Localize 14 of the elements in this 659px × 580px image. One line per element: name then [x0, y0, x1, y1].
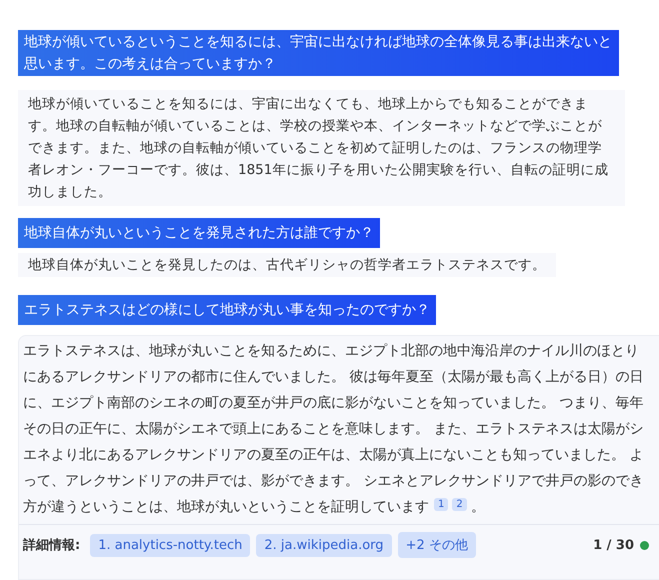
- answer-text: 地球が傾いていることを知るには、宇宙に出なくても、地球上からでも知ることができます。地球の自転軸が傾いていることは、学校の授業や本、インターネットなどで学ぶことができます。また、地球の自転軸が傾いていることを初めて証明したのは、フランスの物理学者レオン・フーコーです。彼は、1851年に振り子を用いた公開実験を行い、自転の証明に成功しました。: [18, 90, 625, 206]
- sources-label: 詳細情報:: [23, 537, 80, 554]
- question-bubble: エラトステネスはどの様にして地球が丸い事を知ったのですか？: [18, 295, 436, 325]
- citation-link[interactable]: 1: [434, 498, 448, 511]
- question-bubble: 地球が傾いているということを知るには、宇宙に出なければ地球の全体像見る事は出来ないと思います。この考えは合っていますか？: [18, 30, 619, 76]
- page-count: 1 / 30: [593, 538, 634, 552]
- source-link[interactable]: 2. ja.wikipedia.org: [256, 534, 392, 556]
- source-link[interactable]: +2 その他: [398, 532, 476, 558]
- answer-text: エラトステネスは、地球が丸いことを知るために、エジプト北部の地中海沿岸のナイル川のほとりにあるアレクサンドリアの都市に住んでいました。 彼は毎年夏至（太陽が最も高く上がる日）の日に、エジプト南部のシエネの町の夏至が井戸の底に影がないことを知っていました。 つまり、毎年その日の正午に、太陽がシエネで頭上にあることを意味します。 また、エラトステネスは太陽がシエネより北にあるアレクサンドリアの夏至の正午は、太陽が真上にないことも知っていました。 よって、アレクサンドリアの井戸では、影ができます。 シエネとアレクサンドリアで井戸の影のでき方が違うということは、地球が丸いということを証明しています 1 2 。: [22, 342, 644, 517]
- status-dot-icon: [640, 540, 649, 550]
- source-link[interactable]: 1. analytics-notty.tech: [90, 534, 250, 556]
- citation-link[interactable]: 2: [452, 498, 467, 511]
- answer-text: 地球自体が丸いことを発見したのは、古代ギリシャの哲学者エラトステネスです。: [18, 253, 556, 277]
- question-bubble: 地球自体が丸いということを発見された方は誰ですか？: [18, 218, 380, 248]
